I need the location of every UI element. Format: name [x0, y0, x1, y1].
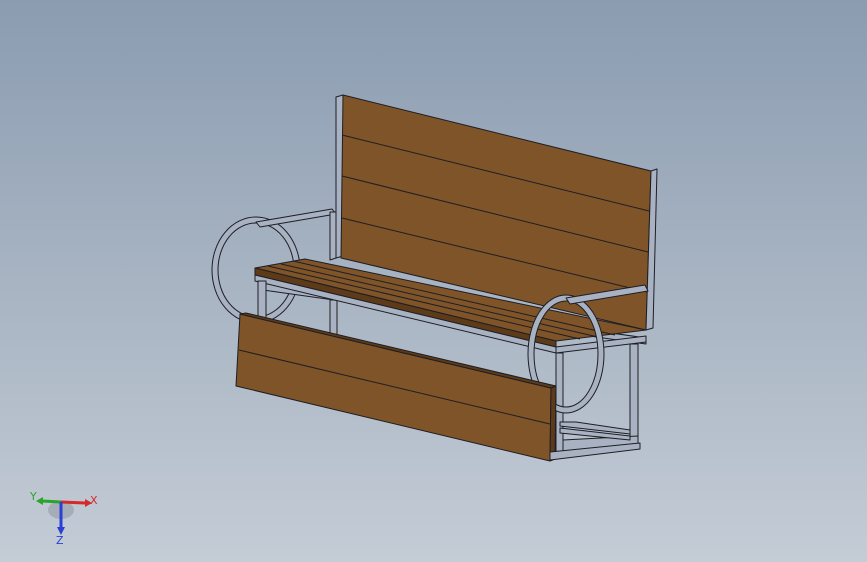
rear-left-leg: [329, 299, 338, 339]
left-arm-post: [329, 211, 337, 261]
footrest-right-edge: [549, 385, 557, 462]
front-left-leg: [257, 280, 267, 319]
left-armrest-bar: [255, 208, 337, 228]
right-front-leg: [555, 352, 564, 455]
y-axis-label: Y: [29, 490, 37, 503]
graphics-viewport[interactable]: X Y Z: [0, 0, 867, 562]
x-axis-icon: [60, 500, 86, 505]
x-axis-label: X: [90, 494, 98, 507]
z-axis-label: Z: [56, 534, 64, 546]
bench-model[interactable]: [0, 0, 867, 562]
y-axis-icon: [41, 499, 62, 504]
right-rear-leg: [629, 343, 639, 445]
reference-triad: X Y Z: [29, 490, 98, 546]
